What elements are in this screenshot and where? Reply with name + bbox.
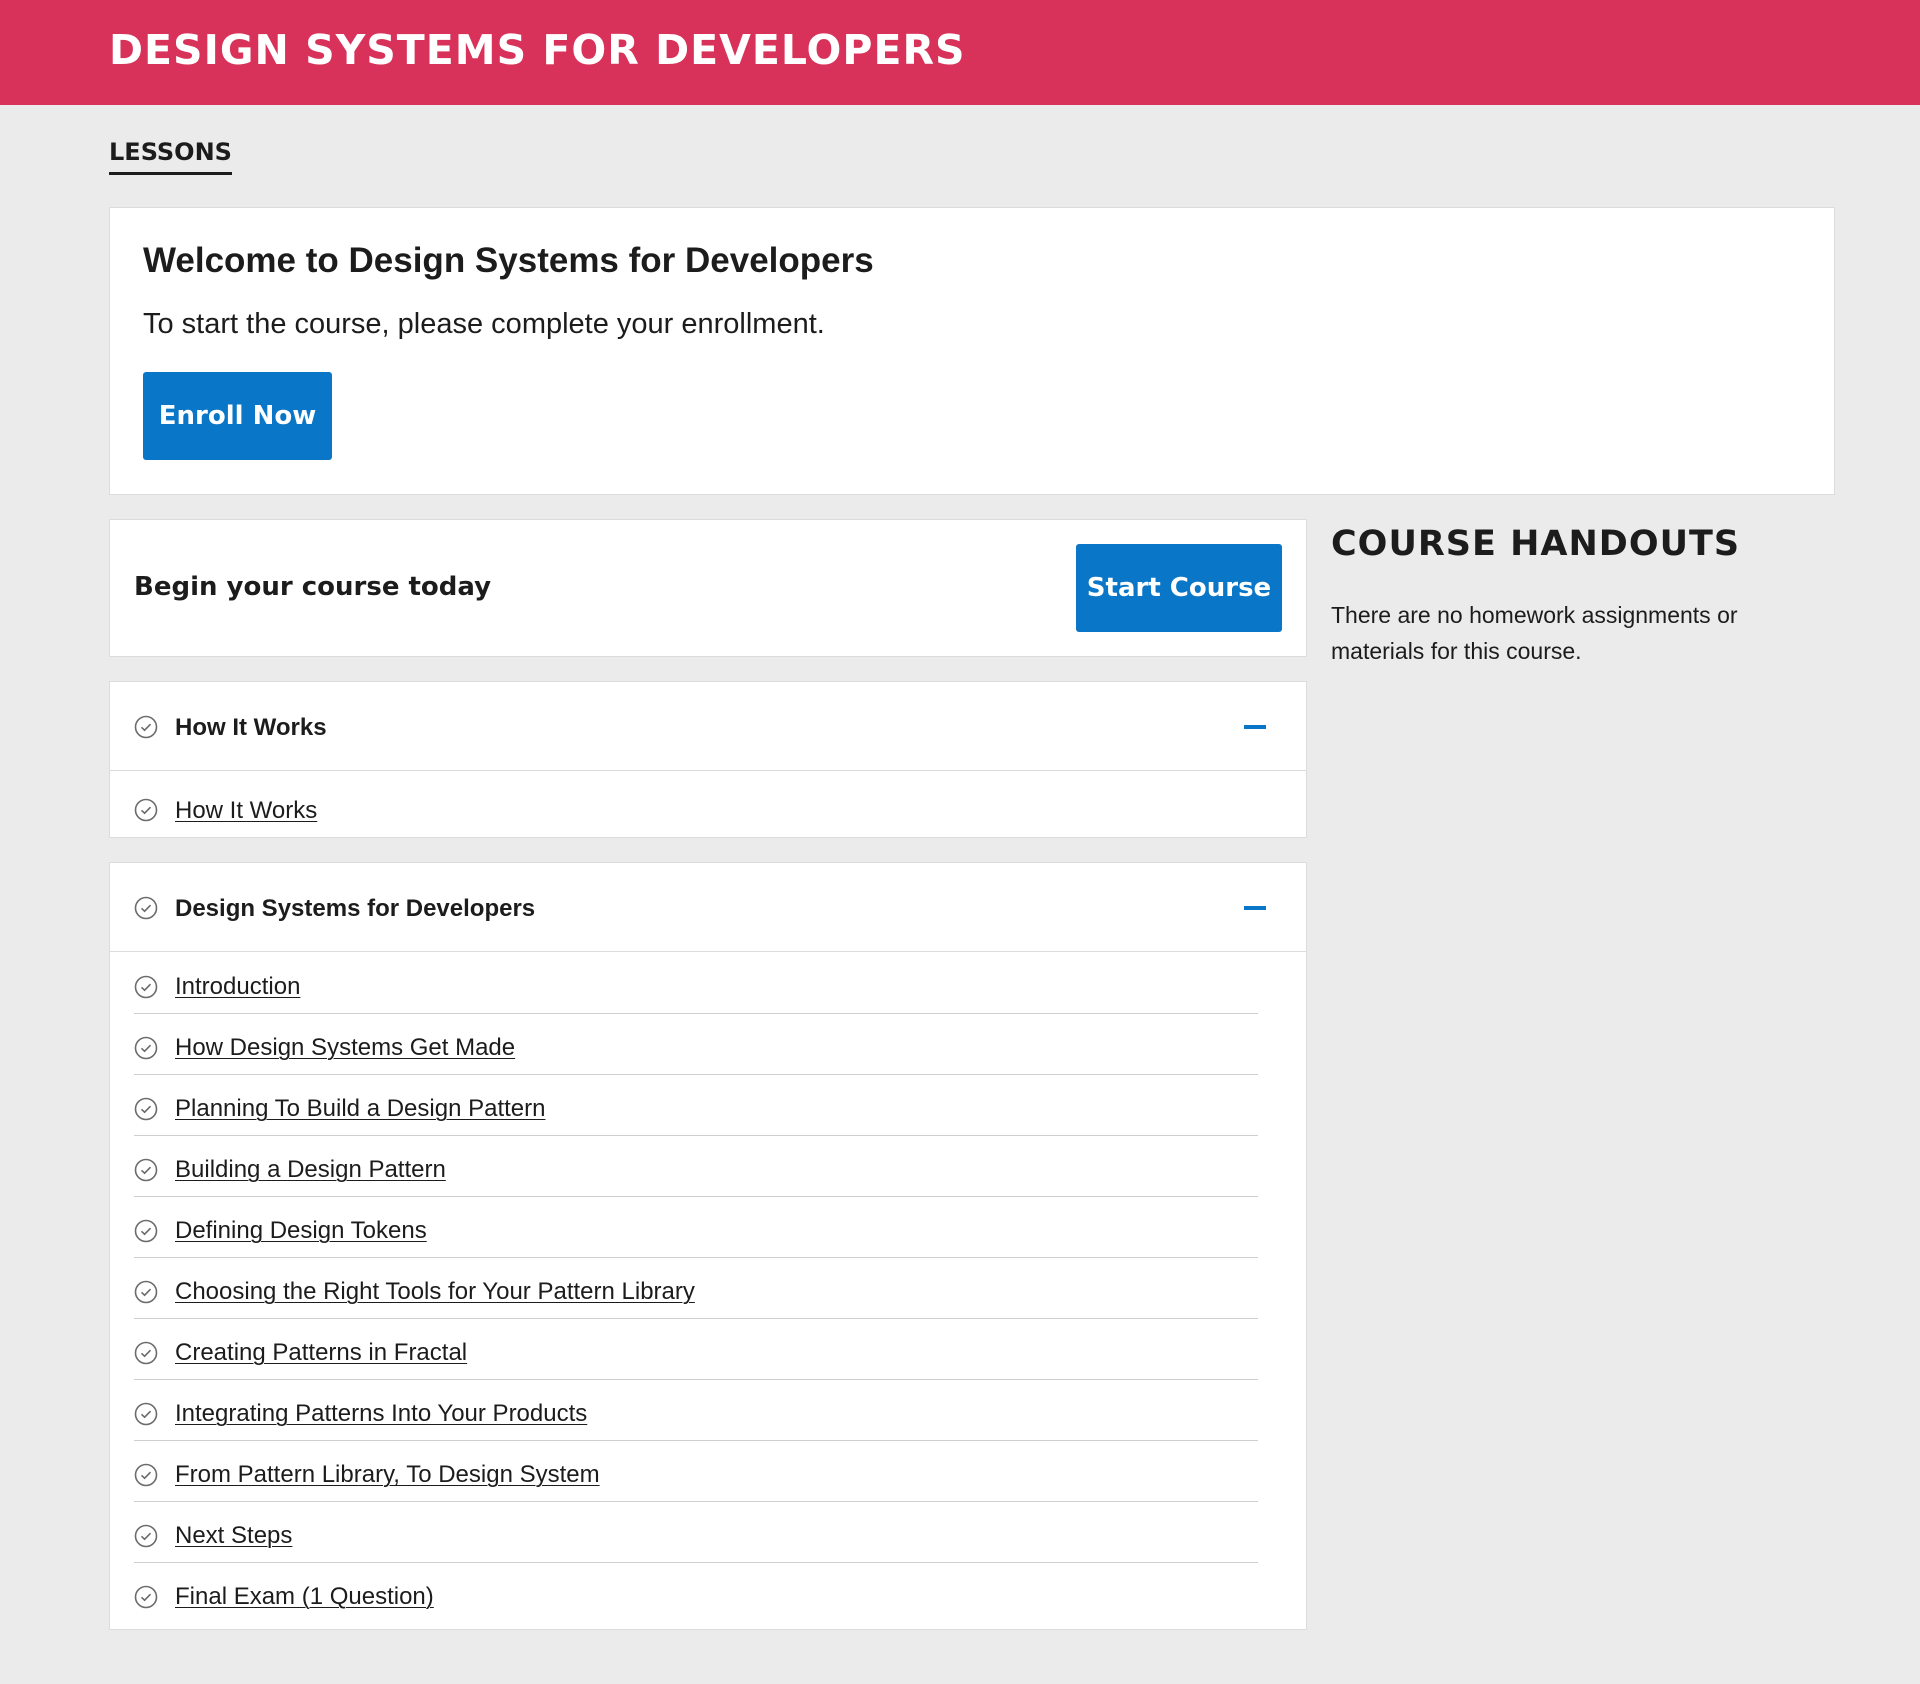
- lesson-link[interactable]: How It Works: [175, 797, 317, 825]
- check-circle-icon: [134, 1463, 158, 1487]
- begin-course-text: Begin your course today: [134, 572, 492, 602]
- lesson-row: Creating Patterns in Fractal: [134, 1319, 1258, 1380]
- lesson-row: Planning To Build a Design Pattern: [134, 1075, 1258, 1136]
- lesson-row: From Pattern Library, To Design System: [134, 1441, 1258, 1502]
- lesson-row: Integrating Patterns Into Your Products: [134, 1380, 1258, 1441]
- lesson-row: Defining Design Tokens: [134, 1197, 1258, 1258]
- minus-icon[interactable]: [1244, 906, 1266, 910]
- check-circle-icon: [134, 975, 158, 999]
- lesson-row: Building a Design Pattern: [134, 1136, 1258, 1197]
- check-circle-icon: [134, 1097, 158, 1121]
- start-course-button[interactable]: Start Course: [1076, 544, 1282, 632]
- lesson-link[interactable]: Building a Design Pattern: [175, 1156, 446, 1184]
- begin-course-card: Begin your course today Start Course: [109, 519, 1307, 657]
- welcome-title: Welcome to Design Systems for Developers: [143, 241, 874, 280]
- lesson-link[interactable]: Final Exam (1 Question): [175, 1583, 434, 1611]
- lesson-link[interactable]: Introduction: [175, 973, 300, 1001]
- lesson-row: How It Works: [134, 779, 1258, 840]
- welcome-card: Welcome to Design Systems for Developers…: [109, 207, 1835, 495]
- check-circle-icon: [134, 1341, 158, 1365]
- section-design-systems: Design Systems for Developers Introducti…: [109, 862, 1307, 1630]
- lesson-link[interactable]: Defining Design Tokens: [175, 1217, 427, 1245]
- lesson-row: Next Steps: [134, 1502, 1258, 1563]
- site-title[interactable]: DESIGN SYSTEMS FOR DEVELOPERS: [109, 26, 966, 74]
- check-circle-icon: [134, 1585, 158, 1609]
- lesson-link[interactable]: How Design Systems Get Made: [175, 1034, 515, 1062]
- check-circle-icon: [134, 1524, 158, 1548]
- check-circle-icon: [134, 1158, 158, 1182]
- enroll-now-button[interactable]: Enroll Now: [143, 372, 332, 460]
- lesson-row: Introduction: [134, 953, 1258, 1014]
- lesson-link[interactable]: Integrating Patterns Into Your Products: [175, 1400, 587, 1428]
- section-title: Design Systems for Developers: [175, 895, 536, 922]
- handouts-title: COURSE HANDOUTS: [1331, 524, 1741, 564]
- section-header[interactable]: How It Works: [110, 682, 1306, 771]
- check-circle-icon: [134, 1280, 158, 1304]
- lesson-link[interactable]: Next Steps: [175, 1522, 292, 1550]
- check-circle-icon: [134, 1036, 158, 1060]
- lesson-row: Final Exam (1 Question): [134, 1563, 1258, 1624]
- check-circle-icon: [134, 798, 158, 822]
- minus-icon[interactable]: [1244, 725, 1266, 729]
- lesson-link[interactable]: From Pattern Library, To Design System: [175, 1461, 600, 1489]
- lesson-row: How Design Systems Get Made: [134, 1014, 1258, 1075]
- site-header: DESIGN SYSTEMS FOR DEVELOPERS: [0, 0, 1920, 105]
- check-circle-icon: [134, 896, 158, 920]
- welcome-text: To start the course, please complete you…: [143, 308, 825, 340]
- lesson-link[interactable]: Choosing the Right Tools for Your Patter…: [175, 1278, 695, 1306]
- check-circle-icon: [134, 1219, 158, 1243]
- section-title: How It Works: [175, 714, 327, 741]
- check-circle-icon: [134, 715, 158, 739]
- lesson-link[interactable]: Creating Patterns in Fractal: [175, 1339, 467, 1367]
- handouts-text: There are no homework assignments or mat…: [1331, 602, 1738, 664]
- lesson-link[interactable]: Planning To Build a Design Pattern: [175, 1095, 545, 1123]
- section-how-it-works: How It Works How It Works: [109, 681, 1307, 838]
- lesson-row: Choosing the Right Tools for Your Patter…: [134, 1258, 1258, 1319]
- nav-lessons-link[interactable]: LESSONS: [109, 138, 232, 175]
- check-circle-icon: [134, 1402, 158, 1426]
- section-header[interactable]: Design Systems for Developers: [110, 863, 1306, 952]
